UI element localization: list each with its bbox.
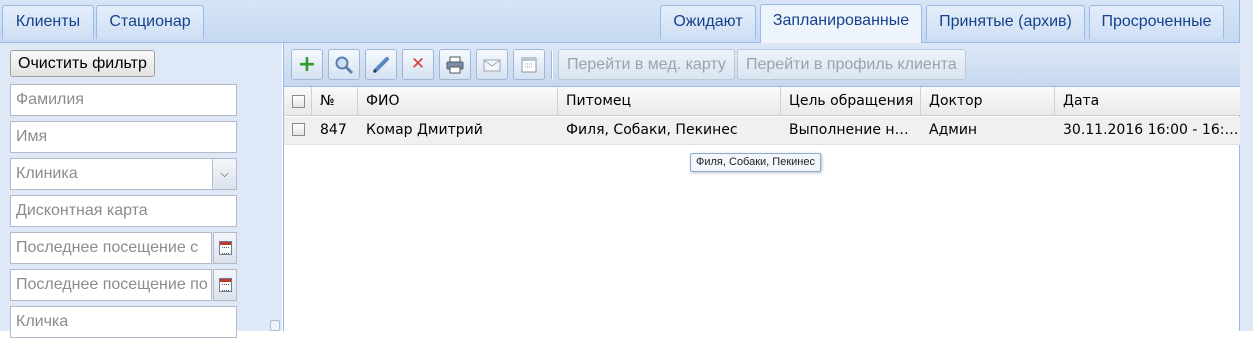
select-all-cell <box>284 87 312 116</box>
tab-accepted-archive[interactable]: Принятые (архив) <box>926 5 1085 39</box>
right-edge-panel <box>1239 0 1253 331</box>
scrollbar-thumb[interactable] <box>270 320 280 331</box>
grid-toolbar: + ✕ Перейти в мед. карту Перейти в профи… <box>284 43 1240 87</box>
clinic-select[interactable]: Клиника ⌵ <box>10 158 237 190</box>
search-icon <box>335 56 354 75</box>
row-select-cell <box>284 117 312 145</box>
column-header-date[interactable]: Дата <box>1055 87 1240 116</box>
calendar-icon <box>521 57 537 73</box>
last-visit-from-field[interactable]: Последнее посещение с <box>10 232 212 264</box>
name-field[interactable]: Имя <box>10 121 237 153</box>
edit-icon <box>373 57 389 73</box>
column-header-purpose[interactable]: Цель обращения <box>781 87 921 116</box>
cell-number: 847 <box>320 122 347 138</box>
cell-pet: Филя, Собаки, Пекинес <box>566 122 738 138</box>
print-button[interactable] <box>439 49 471 80</box>
filter-panel: Очистить фильтр Фамилия Имя Клиника ⌵ Ди… <box>0 43 282 338</box>
row-checkbox[interactable] <box>292 123 305 136</box>
tab-hospital[interactable]: Стационар <box>96 5 204 39</box>
cell-date: 30.11.2016 16:00 - 16:15 <box>1063 122 1240 138</box>
cell-fio: Комар Дмитрий <box>366 122 483 138</box>
calendar-button[interactable] <box>513 49 545 80</box>
last-visit-to-field[interactable]: Последнее посещение по <box>10 269 212 301</box>
grid-header: № ФИО Питомец Цель обращения Доктор Дата <box>284 87 1240 116</box>
appointments-grid-panel: + ✕ Перейти в мед. карту Перейти в профи… <box>283 43 1240 331</box>
print-icon <box>446 56 464 74</box>
column-header-doctor[interactable]: Доктор <box>921 87 1055 116</box>
mail-icon <box>483 59 501 72</box>
go-to-med-card-button[interactable]: Перейти в мед. карту <box>558 49 735 80</box>
edit-button[interactable] <box>365 49 397 80</box>
cell-purpose: Выполнение назначений <box>789 122 915 138</box>
surname-field[interactable]: Фамилия <box>10 84 237 116</box>
tab-accepted-archive-label: Принятые (архив) <box>939 13 1072 30</box>
table-row[interactable]: 847 Комар Дмитрий Филя, Собаки, Пекинес … <box>284 117 1240 145</box>
last-visit-to-calendar-button[interactable] <box>213 269 237 301</box>
tab-overdue[interactable]: Просроченные <box>1089 5 1224 39</box>
chevron-down-icon[interactable]: ⌵ <box>212 159 236 189</box>
top-tab-bar: Клиенты Стационар Ожидают Запланированны… <box>0 0 1253 43</box>
tab-overdue-label: Просроченные <box>1101 13 1212 30</box>
search-button[interactable] <box>328 49 360 80</box>
clear-filter-button[interactable]: Очистить фильтр <box>10 50 155 77</box>
add-icon: + <box>297 52 317 77</box>
tab-waiting[interactable]: Ожидают <box>660 5 756 39</box>
tab-scheduled[interactable]: Запланированные <box>760 4 922 43</box>
mail-button[interactable] <box>476 49 508 80</box>
tab-scheduled-label: Запланированные <box>772 12 910 29</box>
calendar-icon <box>219 241 232 255</box>
last-visit-from-calendar-button[interactable] <box>213 232 237 264</box>
go-to-client-profile-button[interactable]: Перейти в профиль клиента <box>737 49 966 80</box>
column-header-number[interactable]: № <box>312 87 358 116</box>
tab-clients-label: Клиенты <box>15 13 81 30</box>
clinic-select-placeholder: Клиника <box>16 165 78 182</box>
pet-tooltip: Филя, Собаки, Пекинес <box>690 153 821 172</box>
toolbar-separator <box>551 51 553 79</box>
tab-waiting-label: Ожидают <box>673 13 743 30</box>
nickname-field[interactable]: Кличка <box>10 306 237 338</box>
discount-card-field[interactable]: Дисконтная карта <box>10 195 237 227</box>
delete-icon: ✕ <box>410 54 426 74</box>
cell-doctor: Админ <box>929 122 978 138</box>
column-header-fio[interactable]: ФИО <box>358 87 558 116</box>
calendar-icon <box>219 278 232 292</box>
column-header-pet[interactable]: Питомец <box>558 87 781 116</box>
tab-hospital-label: Стационар <box>109 13 191 30</box>
tab-clients[interactable]: Клиенты <box>2 5 94 39</box>
select-all-checkbox[interactable] <box>292 95 305 108</box>
add-button[interactable]: + <box>291 49 323 80</box>
delete-button[interactable]: ✕ <box>402 49 434 80</box>
